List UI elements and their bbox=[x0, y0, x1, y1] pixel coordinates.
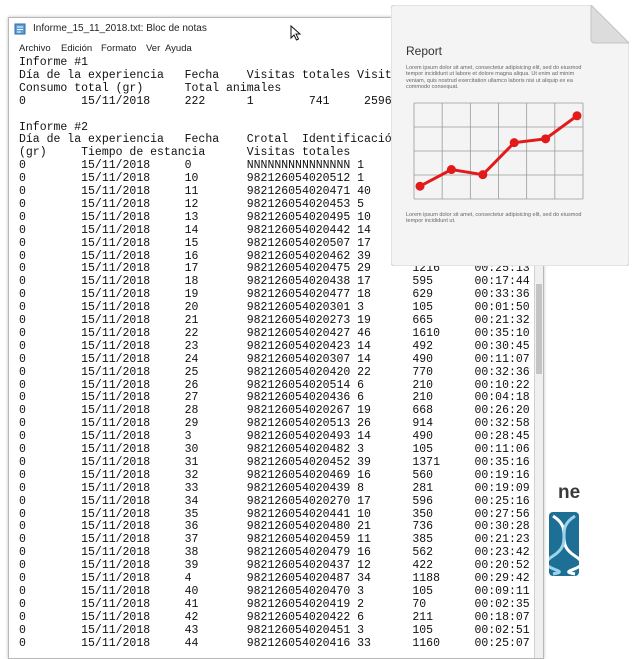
text-line: 0 15/11/2018 44 982126054020416 33 1160 … bbox=[19, 636, 534, 650]
text-line: 0 15/11/2018 31 982126054020452 39 1371 … bbox=[19, 455, 534, 469]
text-line: 0 15/11/2018 222 1 741 25961 49 bbox=[19, 94, 434, 108]
text-line: (gr) Tiempo de estancia Visitas totales bbox=[19, 146, 351, 160]
chart-point bbox=[541, 134, 551, 144]
text-line: 0 15/11/2018 37 982126054020459 11 385 0… bbox=[19, 533, 534, 547]
text-line: 0 15/11/2018 28 982126054020267 19 668 0… bbox=[19, 404, 534, 418]
text-line: 0 15/11/2018 20 982126054020301 3 105 00… bbox=[19, 301, 534, 315]
menu-ayuda[interactable]: Ayuda bbox=[165, 43, 192, 54]
text-line: 0 15/11/2018 13 982126054020495 10 349 bbox=[19, 210, 434, 224]
text-line: 0 15/11/2018 12 982126054020453 5 175 bbox=[19, 197, 434, 211]
text-line: 0 15/11/2018 22 982126054020427 46 1610 … bbox=[19, 326, 534, 340]
menu-archivo[interactable]: Archivo bbox=[19, 43, 51, 54]
text-line: 0 15/11/2018 21 982126054020273 19 665 0… bbox=[19, 314, 534, 327]
text-line: 0 15/11/2018 35 982126054020441 10 350 0… bbox=[19, 507, 534, 521]
text-line: 0 15/11/2018 18 982126054020438 17 595 0… bbox=[19, 275, 534, 289]
chart-point bbox=[478, 170, 488, 180]
text-line: Informe #1 bbox=[19, 56, 89, 69]
text-line: 0 15/11/2018 26 982126054020514 6 210 00… bbox=[19, 378, 534, 392]
text-line: 0 15/11/2018 38 982126054020479 16 562 0… bbox=[19, 546, 534, 560]
text-line: 0 15/11/2018 34 982126054020270 17 596 0… bbox=[19, 494, 534, 508]
text-line: 0 15/11/2018 24 982126054020307 14 490 0… bbox=[19, 352, 534, 366]
text-line: 0 15/11/2018 3 982126054020493 14 490 00… bbox=[19, 430, 534, 444]
slide-partial-text: ne bbox=[558, 482, 581, 503]
notepad-icon bbox=[14, 23, 26, 35]
menu-ver[interactable]: Ver bbox=[146, 43, 160, 54]
report-text-bottom: Lorem ipsum dolor sit amet, consectetur … bbox=[406, 212, 582, 225]
text-line: 0 15/11/2018 43 982126054020451 3 105 00… bbox=[19, 623, 534, 637]
text-line: 0 15/11/2018 39 982126054020437 12 422 0… bbox=[19, 559, 534, 573]
text-line: Informe #2 bbox=[19, 120, 89, 134]
scrollbar-thumb[interactable] bbox=[536, 284, 542, 374]
report-text-top: Lorem ipsum dolor sit amet, consectetur … bbox=[406, 65, 582, 91]
text-line: 0 15/11/2018 41 982126054020419 2 70 00:… bbox=[19, 597, 534, 611]
menu-edicion[interactable]: Edición bbox=[61, 43, 92, 54]
text-line: 0 15/11/2018 33 982126054020439 8 281 00… bbox=[19, 481, 534, 495]
text-line: 0 15/11/2018 0 NNNNNNNNNNNNNNN 1 35 bbox=[19, 159, 427, 173]
mouse-cursor-icon bbox=[290, 25, 302, 41]
text-line: 0 15/11/2018 40 982126054020470 3 105 00… bbox=[19, 584, 534, 598]
text-line: 0 15/11/2018 25 982126054020420 22 770 0… bbox=[19, 365, 534, 379]
dna-logo-icon bbox=[549, 512, 579, 576]
text-line: 0 15/11/2018 4 982126054020487 34 1188 0… bbox=[19, 572, 534, 585]
chart-point bbox=[415, 181, 425, 191]
text-line: 0 15/11/2018 42 982126054020422 6 211 00… bbox=[19, 610, 534, 624]
report-title: Report bbox=[406, 44, 443, 58]
chart-point bbox=[572, 111, 582, 121]
text-line: 0 15/11/2018 29 982126054020513 26 914 0… bbox=[19, 417, 534, 431]
chart-point bbox=[509, 138, 519, 148]
text-line: 0 15/11/2018 11 982126054020471 40 1401 bbox=[19, 185, 440, 198]
report-line-chart bbox=[413, 102, 584, 200]
text-line: Consumo total (gr) Total animales bbox=[19, 81, 282, 95]
text-line: 0 15/11/2018 10 982126054020512 1 35 bbox=[19, 172, 427, 186]
chart-point bbox=[446, 165, 456, 175]
text-line: 0 15/11/2018 27 982126054020436 6 210 00… bbox=[19, 391, 534, 405]
text-line: 0 15/11/2018 32 982126054020469 16 560 0… bbox=[19, 468, 534, 482]
text-line: 0 15/11/2018 15 982126054020507 17 596 bbox=[19, 236, 434, 250]
text-line: 0 15/11/2018 23 982126054020423 14 492 0… bbox=[19, 339, 534, 353]
text-line: 0 15/11/2018 14 982126054020442 14 491 bbox=[19, 223, 434, 237]
text-line: 0 15/11/2018 19 982126054020477 18 629 0… bbox=[19, 288, 534, 302]
menu-formato[interactable]: Formato bbox=[101, 43, 136, 54]
text-line: 0 15/11/2018 30 982126054020482 3 105 00… bbox=[19, 443, 534, 456]
window-title: Informe_15_11_2018.txt: Bloc de notas bbox=[33, 23, 207, 34]
text-line: 0 15/11/2018 36 982126054020480 21 736 0… bbox=[19, 520, 534, 534]
